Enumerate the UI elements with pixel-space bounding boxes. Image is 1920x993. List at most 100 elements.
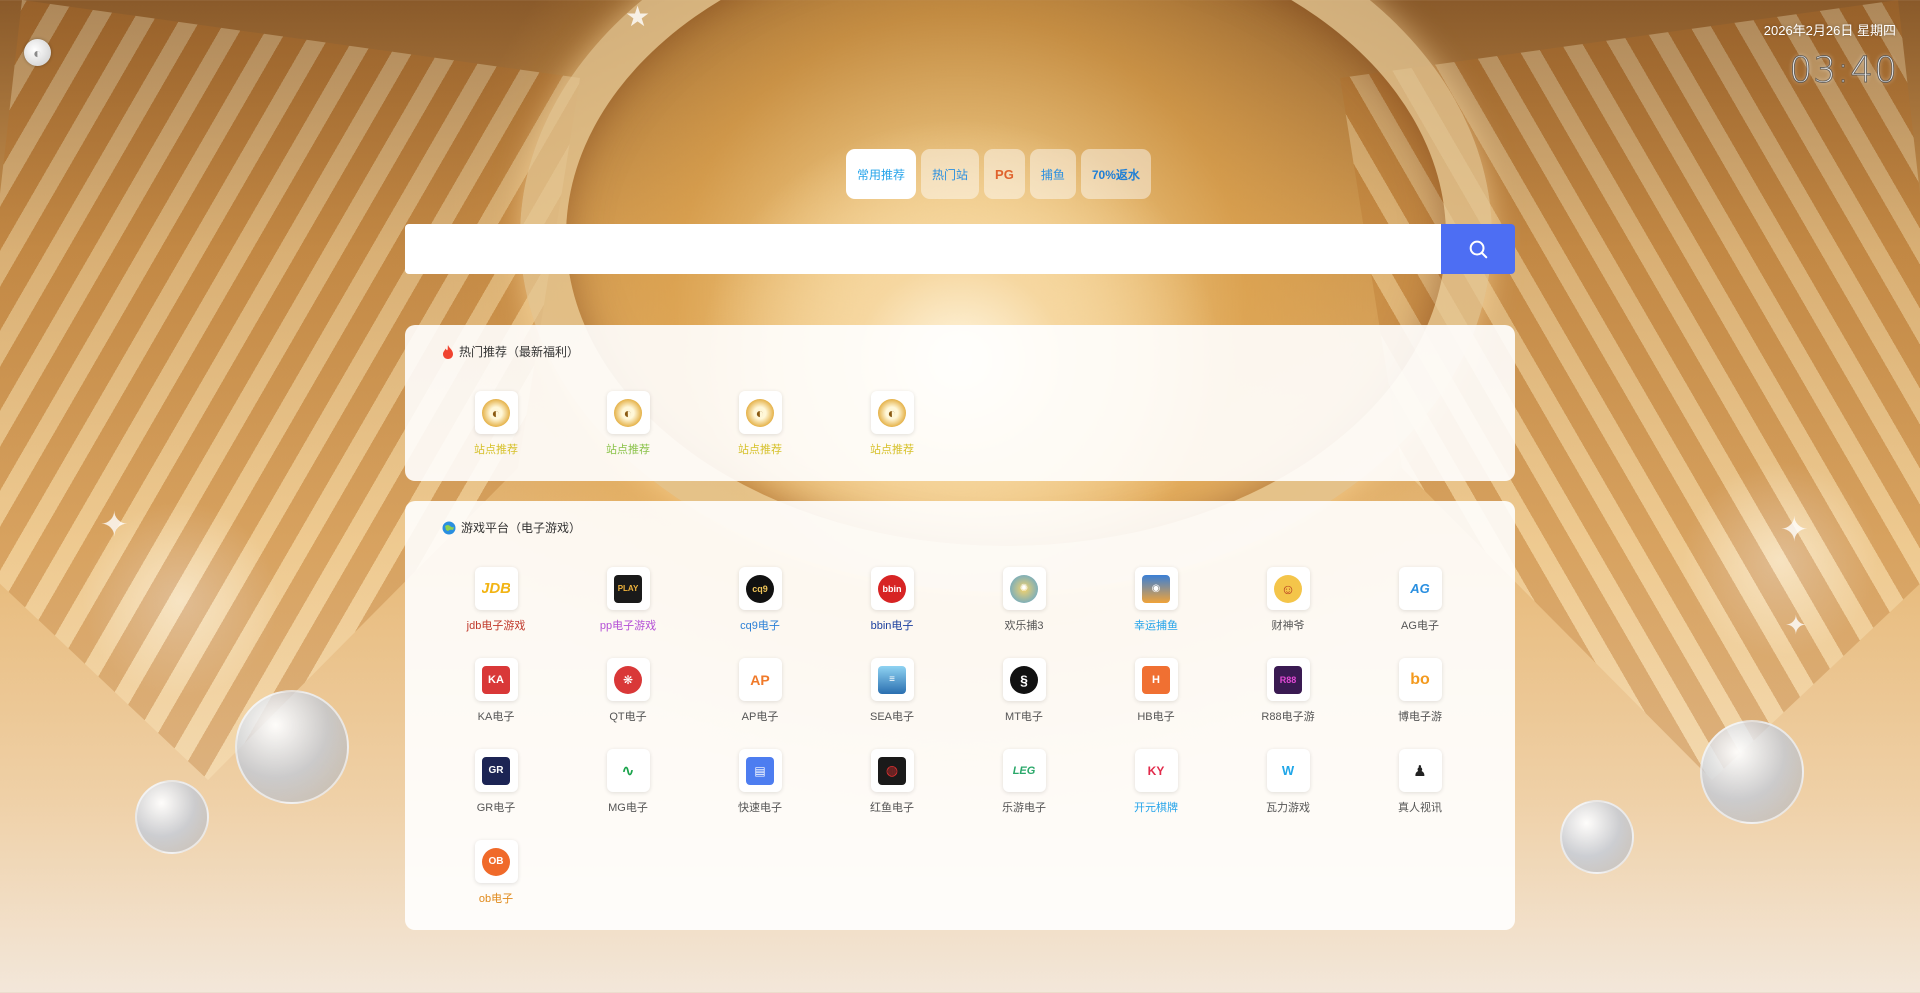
- tab-pg[interactable]: PG: [984, 149, 1025, 199]
- platform-logo-box: ▤: [738, 749, 782, 792]
- platform-item[interactable]: ▤ 快速电子: [694, 749, 826, 815]
- platform-label: 站点推荐: [606, 444, 650, 456]
- search-icon: [1469, 240, 1488, 259]
- platform-item[interactable]: ◐ 站点推荐: [694, 391, 826, 457]
- platform-label: ob电子: [478, 893, 514, 905]
- ky-logo-icon: KY: [1142, 756, 1170, 785]
- star-decoration: ✦: [100, 506, 129, 544]
- platform-item[interactable]: cq9 cq9电子: [694, 567, 826, 633]
- tab-rebate[interactable]: 70%返水: [1080, 149, 1151, 199]
- fortune-god-icon: ☺: [1274, 574, 1302, 603]
- platform-item[interactable]: PLAY pp电子游戏: [562, 567, 694, 633]
- platform-logo-box: H: [1134, 658, 1178, 701]
- fishing-logo-icon: ✺: [1010, 574, 1038, 603]
- live-dealer-icon: ♟: [1406, 756, 1434, 785]
- platform-label: 欢乐捕3: [1004, 620, 1044, 632]
- platform-item[interactable]: JDB jdb电子游戏: [430, 567, 562, 633]
- platform-label: MG电子: [608, 802, 648, 814]
- platform-label: 幸运捕鱼: [1134, 620, 1178, 632]
- platform-item[interactable]: LEG 乐游电子: [958, 749, 1090, 815]
- platform-item[interactable]: § MT电子: [958, 658, 1090, 724]
- hot-panel-title: 热门推荐（最新福利）: [442, 343, 579, 360]
- pp-logo-icon: PLAY: [614, 574, 642, 603]
- ob-logo-icon: OB: [482, 847, 510, 876]
- platform-item[interactable]: ♟ 真人视讯: [1354, 749, 1486, 815]
- platform-logo-box: KA: [474, 658, 518, 701]
- platform-item[interactable]: bo 博电子游: [1354, 658, 1486, 724]
- platform-item[interactable]: KA KA电子: [430, 658, 562, 724]
- platform-logo-box: ☺: [1266, 567, 1310, 610]
- tab-hot-sites[interactable]: 热门站: [921, 149, 980, 199]
- jdb-logo-icon: JDB: [482, 574, 510, 603]
- platform-item[interactable]: ❋ QT电子: [562, 658, 694, 724]
- search-input[interactable]: [405, 224, 1441, 274]
- platform-item[interactable]: H HB电子: [1090, 658, 1222, 724]
- platform-label: HB电子: [1137, 711, 1175, 723]
- platform-item[interactable]: ∿ MG电子: [562, 749, 694, 815]
- platform-label: 站点推荐: [870, 444, 914, 456]
- document-logo-icon: ▤: [746, 756, 774, 785]
- search-bar: [405, 224, 1515, 274]
- platform-label: 财神爷: [1271, 620, 1305, 632]
- platform-item[interactable]: ≡ SEA电子: [826, 658, 958, 724]
- hot-recommend-panel: 热门推荐（最新福利） ◐ 站点推荐 ◐ 站点推荐 ◐ 站点推荐 ◐ 站点推荐: [405, 325, 1515, 481]
- platform-logo-box: PLAY: [606, 567, 650, 610]
- platform-label: SEA电子: [869, 711, 914, 723]
- search-button[interactable]: [1441, 224, 1515, 274]
- hb-logo-icon: H: [1142, 665, 1170, 694]
- platform-label: 红鱼电子: [870, 802, 914, 814]
- tab-recommended[interactable]: 常用推荐: [846, 149, 917, 199]
- platform-label: R88电子游: [1261, 711, 1315, 723]
- platform-item[interactable]: ☺ 财神爷: [1222, 567, 1354, 633]
- wali-logo-icon: W: [1274, 756, 1302, 785]
- platform-logo-box: W: [1266, 749, 1310, 792]
- game-platforms-panel: 游戏平台（电子游戏） JDB jdb电子游戏 PLAY pp电子游戏 cq9 cq9电子 b…: [405, 501, 1515, 930]
- platform-logo-box: GR: [474, 749, 518, 792]
- gold-coin-icon: ◐: [746, 398, 774, 427]
- platform-item[interactable]: KY 开元棋牌: [1090, 749, 1222, 815]
- platform-item[interactable]: ◉ 幸运捕鱼: [1090, 567, 1222, 633]
- platform-logo-box: ✺: [1002, 567, 1046, 610]
- platform-label: AG电子: [1401, 620, 1439, 632]
- platform-label: 瓦力游戏: [1266, 802, 1310, 814]
- platform-label: 快速电子: [738, 802, 782, 814]
- user-avatar[interactable]: ◐: [24, 39, 51, 66]
- platform-logo-box: R88: [1266, 658, 1310, 701]
- platform-item[interactable]: GR GR电子: [430, 749, 562, 815]
- red-circle-logo-icon: ◍: [878, 756, 906, 785]
- platform-label: 真人视讯: [1398, 802, 1442, 814]
- platform-item[interactable]: ◐ 站点推荐: [430, 391, 562, 457]
- platform-item[interactable]: R88 R88电子游: [1222, 658, 1354, 724]
- platform-item[interactable]: W 瓦力游戏: [1222, 749, 1354, 815]
- platform-item[interactable]: bbin bbin电子: [826, 567, 958, 633]
- platform-label: jdb电子游戏: [466, 620, 526, 632]
- r88-logo-icon: R88: [1274, 665, 1302, 694]
- platform-logo-box: JDB: [474, 567, 518, 610]
- time-display: 03:40: [1789, 50, 1898, 92]
- platform-logo-box: AG: [1398, 567, 1442, 610]
- platform-item[interactable]: ✺ 欢乐捕3: [958, 567, 1090, 633]
- gold-coin-icon: ◐: [482, 398, 510, 427]
- fish-game-logo-icon: ◉: [1142, 574, 1170, 603]
- platform-label: 站点推荐: [474, 444, 518, 456]
- platform-item[interactable]: OB ob电子: [430, 840, 562, 906]
- tab-fishing[interactable]: 捕鱼: [1029, 149, 1076, 199]
- bubble-decoration: [1700, 720, 1804, 824]
- hot-panel-title-text: 热门推荐（最新福利）: [459, 345, 580, 359]
- platform-item[interactable]: ◐ 站点推荐: [826, 391, 958, 457]
- globe-icon: [442, 521, 456, 534]
- platform-item[interactable]: ◐ 站点推荐: [562, 391, 694, 457]
- platform-item[interactable]: AP AP电子: [694, 658, 826, 724]
- platform-label: GR电子: [476, 802, 516, 814]
- ka-logo-icon: KA: [482, 665, 510, 694]
- platform-item[interactable]: AG AG电子: [1354, 567, 1486, 633]
- platform-logo-box: ◐: [870, 391, 914, 434]
- mt-swan-logo-icon: §: [1010, 665, 1038, 694]
- mg-logo-icon: ∿: [614, 756, 642, 785]
- platform-label: QT电子: [609, 711, 647, 723]
- platform-label: pp电子游戏: [599, 620, 657, 632]
- date-display: 2026年2月26日 星期四: [1763, 23, 1896, 38]
- platform-logo-box: ◐: [606, 391, 650, 434]
- platform-logo-box: ≡: [870, 658, 914, 701]
- platform-item[interactable]: ◍ 红鱼电子: [826, 749, 958, 815]
